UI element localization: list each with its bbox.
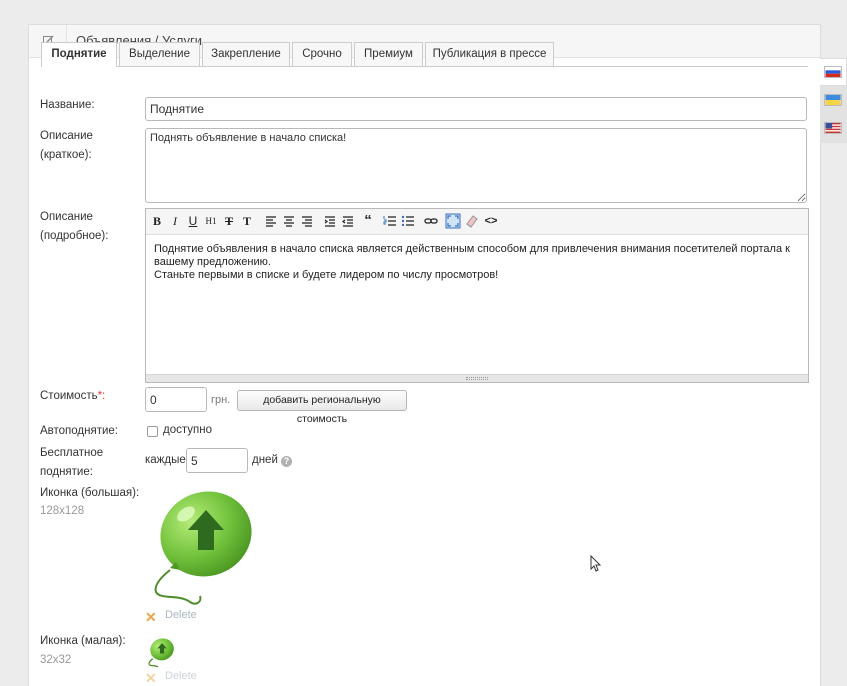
text-color-button[interactable]: T [239, 213, 255, 229]
indent-icon[interactable] [322, 213, 338, 229]
quote-button[interactable]: “ [360, 213, 376, 229]
full-description-label: Описание (подробное): [40, 208, 108, 246]
delete-big-link[interactable]: Delete [165, 609, 197, 621]
autoraise-option-label: доступно [163, 424, 212, 436]
tab-pin[interactable]: Закрепление [202, 42, 290, 66]
cost-label-text: Стоимость [40, 390, 98, 402]
underline-button[interactable]: U [185, 213, 201, 229]
balloon-up-arrow-small-icon [148, 638, 174, 668]
mouse-cursor-icon [590, 555, 602, 572]
delete-small-icon[interactable]: ✕ [145, 671, 157, 685]
tab-premium[interactable]: Премиум [354, 42, 423, 66]
name-label: Название: [40, 99, 95, 111]
currency-label: грн. [211, 394, 231, 406]
free-raise-label-line1: Бесплатное [40, 447, 104, 459]
free-raise-label: Бесплатное поднятие: [40, 444, 103, 482]
editor-resize-handle[interactable] [146, 374, 808, 382]
short-description-field[interactable]: Поднять объявление в начало списка! [145, 128, 807, 203]
full-description-label-line2: (подробное): [40, 230, 109, 242]
help-icon[interactable]: ? [281, 456, 292, 467]
editor-toolbar: B I U H1 T T “ <> [146, 209, 808, 235]
rich-text-editor: B I U H1 T T “ <> Поднятие объявления в … [145, 208, 809, 383]
icon-small-label: Иконка (малая): [40, 635, 126, 647]
heading-button[interactable]: H1 [203, 213, 219, 229]
autoraise-label: Автоподнятие: [40, 425, 119, 437]
add-regional-cost-button[interactable]: добавить региональную стоимость [237, 390, 407, 425]
balloon-up-arrow-icon [154, 491, 252, 605]
outdent-icon[interactable] [340, 213, 356, 229]
delete-big-icon[interactable]: ✕ [145, 610, 157, 624]
short-description-label-line2: (краткое): [40, 149, 92, 161]
name-input[interactable] [145, 97, 807, 121]
italic-button[interactable]: I [167, 213, 183, 229]
every-label: каждые [145, 454, 186, 466]
cost-input[interactable] [145, 387, 207, 412]
free-raise-label-line2: поднятие: [40, 466, 93, 478]
editor-content[interactable]: Поднятие объявления в начало списка явля… [154, 243, 794, 282]
numbered-list-icon[interactable] [382, 213, 398, 229]
language-switcher [820, 58, 847, 143]
bullet-list-icon[interactable] [400, 213, 416, 229]
icon-big-size: 128x128 [40, 505, 85, 517]
editor-paragraph-1: Поднятие объявления в начало списка явля… [154, 243, 790, 268]
source-code-button[interactable]: <> [483, 213, 499, 229]
tab-bar: Поднятие Выделение Закрепление Срочно Пр… [41, 42, 808, 67]
free-raise-days-input[interactable] [186, 448, 248, 473]
autoraise-checkbox[interactable] [147, 426, 158, 437]
days-label: дней [252, 454, 278, 466]
eraser-icon[interactable] [464, 213, 480, 229]
flag-uk-icon[interactable] [824, 94, 842, 106]
full-description-label-line1: Описание [40, 211, 93, 223]
grip-dots [466, 377, 488, 380]
fullscreen-icon[interactable] [445, 213, 461, 229]
short-description-label-line1: Описание [40, 130, 93, 142]
tab-raise[interactable]: Поднятие [41, 42, 117, 67]
align-left-icon[interactable] [263, 213, 279, 229]
align-right-icon[interactable] [299, 213, 315, 229]
delete-small-link[interactable]: Delete [165, 670, 197, 682]
bold-button[interactable]: B [149, 213, 165, 229]
clear-format-button[interactable]: T [221, 213, 237, 229]
cost-label: Стоимость*: [40, 387, 105, 406]
icon-big-label: Иконка (большая): [40, 487, 140, 499]
required-mark: *: [97, 390, 106, 402]
editor-paragraph-2: Станьте первыми в списке и будете лидеро… [154, 269, 499, 281]
short-description-label: Описание (краткое): [40, 127, 93, 165]
align-center-icon[interactable] [281, 213, 297, 229]
link-icon[interactable] [423, 213, 439, 229]
icon-small-size: 32x32 [40, 654, 72, 666]
tab-highlight[interactable]: Выделение [119, 42, 200, 66]
tab-urgent[interactable]: Срочно [292, 42, 352, 66]
flag-en-icon[interactable] [824, 122, 842, 134]
tab-press[interactable]: Публикация в прессе [425, 42, 554, 66]
flag-ru-icon[interactable] [824, 66, 842, 78]
